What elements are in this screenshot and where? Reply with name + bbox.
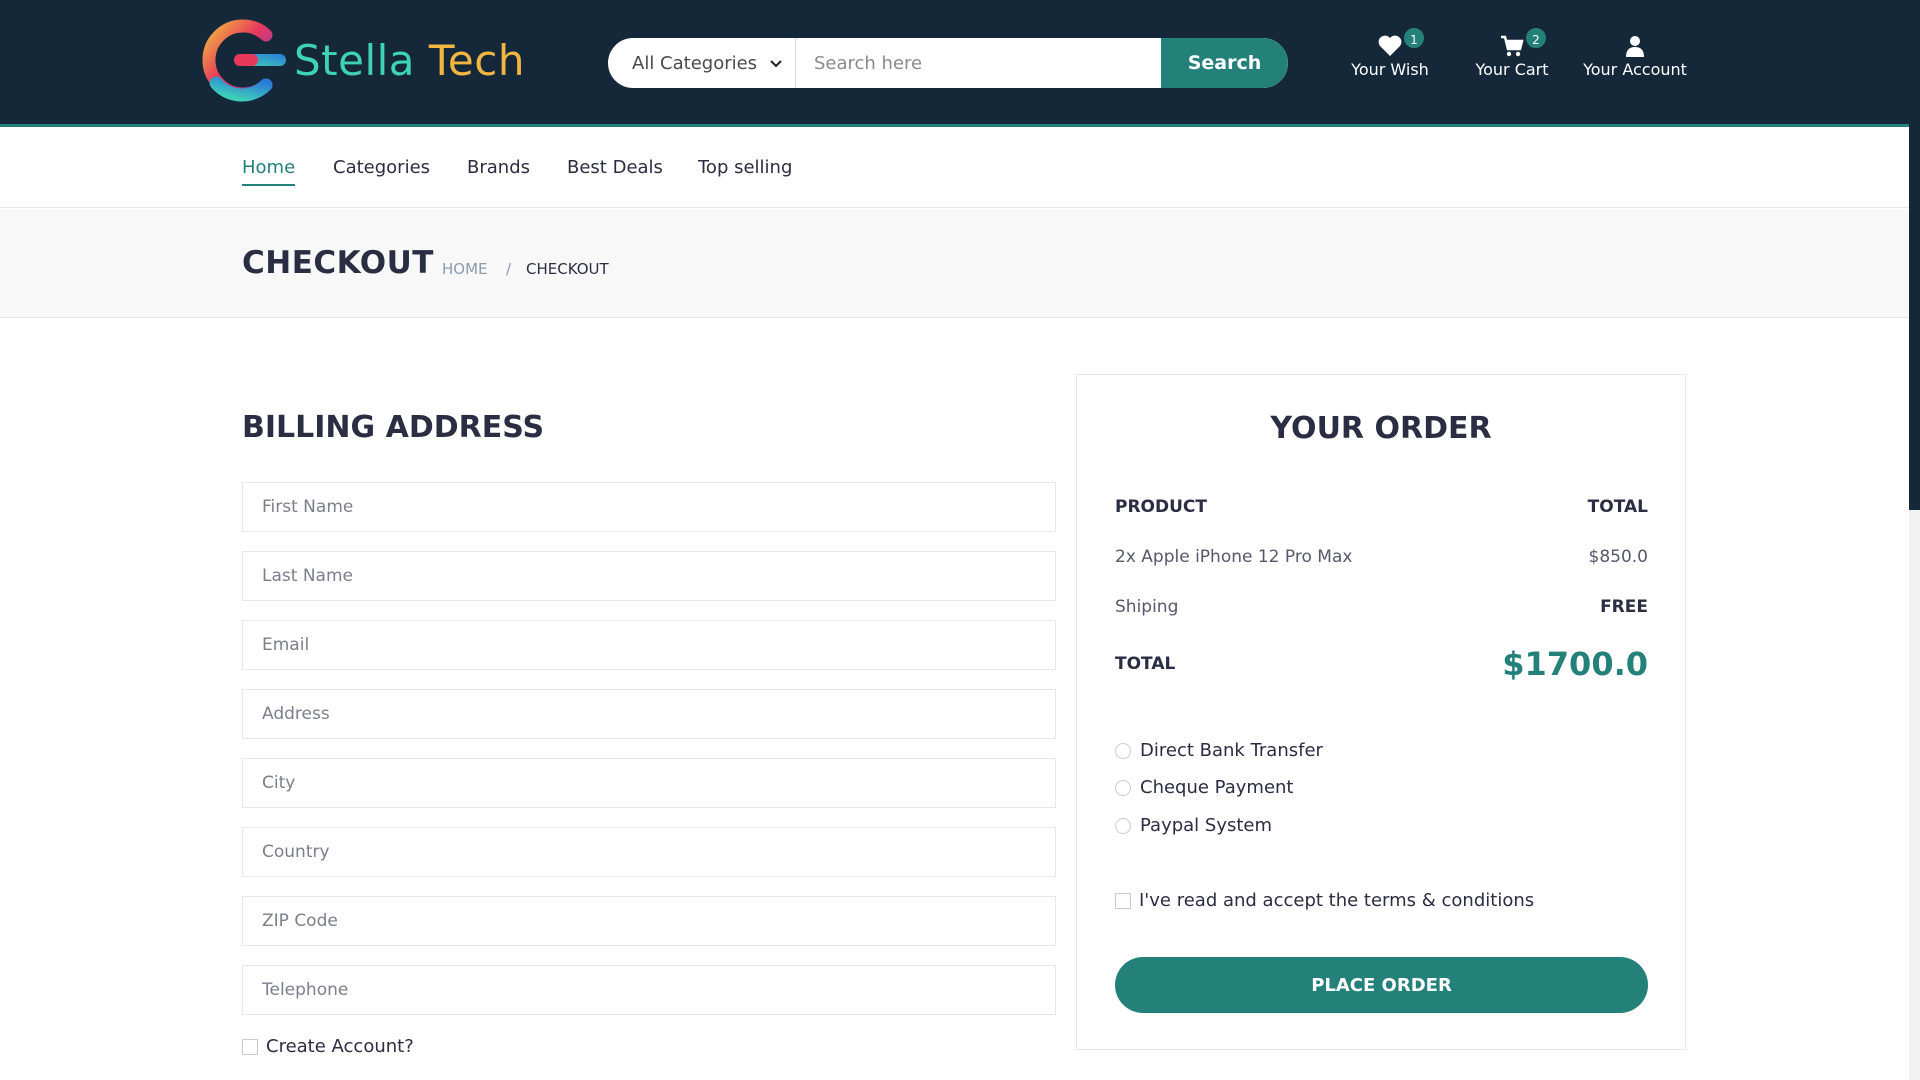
- telephone-field[interactable]: [242, 965, 1056, 1015]
- checkbox-box[interactable]: [1115, 892, 1131, 909]
- order-title: YOUR ORDER: [1270, 411, 1492, 446]
- page-title: CHECKOUT: [242, 245, 434, 281]
- nav-item-best-deals[interactable]: Best Deals: [567, 157, 663, 178]
- breadcrumb-separator: /: [506, 260, 512, 278]
- create-account-checkbox[interactable]: Create Account?: [242, 1036, 414, 1057]
- search-bar: All Categories Search: [608, 38, 1288, 88]
- cart-link[interactable]: 2 Your Cart: [1452, 26, 1572, 79]
- total-label: TOTAL: [1115, 654, 1176, 674]
- search-input[interactable]: [796, 38, 1161, 88]
- billing-title: BILLING ADDRESS: [242, 410, 545, 445]
- main-nav: Home Categories Brands Best Deals Top se…: [0, 127, 1909, 208]
- site-logo[interactable]: Stella Tech: [196, 17, 525, 103]
- nav-item-brands[interactable]: Brands: [467, 157, 530, 178]
- category-select-value: All Categories: [632, 52, 758, 74]
- nav-item-categories[interactable]: Categories: [333, 157, 430, 178]
- terms-checkbox[interactable]: I've read and accept the terms & conditi…: [1115, 890, 1534, 911]
- order-item-row: 2x Apple iPhone 12 Pro Max $850.0: [1115, 547, 1648, 567]
- logo-word-2: Tech: [428, 35, 525, 85]
- user-icon: [1626, 36, 1644, 57]
- zip-code-field[interactable]: [242, 896, 1056, 946]
- order-item-price: $850.0: [1588, 547, 1648, 567]
- last-name-field[interactable]: [242, 551, 1056, 601]
- search-button[interactable]: Search: [1161, 38, 1288, 88]
- nav-item-top-selling[interactable]: Top selling: [698, 157, 792, 178]
- scrollbar-thumb[interactable]: [1909, 0, 1920, 510]
- first-name-field[interactable]: [242, 482, 1056, 532]
- radio-button[interactable]: [1115, 817, 1131, 834]
- order-summary: YOUR ORDER PRODUCT TOTAL 2x Apple iPhone…: [1076, 374, 1686, 1050]
- order-header-product: PRODUCT: [1115, 497, 1207, 517]
- cart-label: Your Cart: [1475, 60, 1549, 79]
- order-item-name: 2x Apple iPhone 12 Pro Max: [1115, 547, 1353, 567]
- shipping-row: Shiping FREE: [1115, 597, 1648, 617]
- cart-badge: 2: [1524, 26, 1548, 50]
- total-value: $1700.0: [1502, 645, 1648, 683]
- email-field[interactable]: [242, 620, 1056, 670]
- city-field[interactable]: [242, 758, 1056, 808]
- nav-item-home[interactable]: Home: [242, 157, 296, 186]
- cart-icon: [1501, 35, 1524, 57]
- heart-icon: [1378, 35, 1402, 56]
- shipping-label: Shiping: [1115, 597, 1179, 617]
- payment-option-bank[interactable]: Direct Bank Transfer: [1115, 740, 1323, 761]
- account-label: Your Account: [1583, 60, 1687, 79]
- payment-option-paypal[interactable]: Paypal System: [1115, 815, 1272, 836]
- payment-option-label: Paypal System: [1140, 815, 1273, 836]
- create-account-label: Create Account?: [266, 1036, 414, 1057]
- radio-button[interactable]: [1115, 742, 1131, 759]
- order-header-row: PRODUCT TOTAL: [1115, 497, 1648, 517]
- radio-button[interactable]: [1115, 779, 1131, 796]
- checkbox-box[interactable]: [242, 1038, 258, 1055]
- payment-option-label: Direct Bank Transfer: [1140, 740, 1323, 761]
- order-header-total: TOTAL: [1587, 497, 1648, 517]
- logo-word-1: Stella: [294, 35, 416, 85]
- address-field[interactable]: [242, 689, 1056, 739]
- breadcrumb-section: CHECKOUT HOME / CHECKOUT: [0, 209, 1909, 318]
- wishlist-badge: 1: [1402, 26, 1426, 50]
- breadcrumb-current: CHECKOUT: [526, 260, 609, 278]
- category-select[interactable]: All Categories: [608, 38, 796, 88]
- payment-option-label: Cheque Payment: [1140, 777, 1294, 798]
- country-field[interactable]: [242, 827, 1056, 877]
- chevron-down-icon: [770, 60, 782, 68]
- terms-label: I've read and accept the terms & conditi…: [1139, 890, 1535, 911]
- breadcrumb-home-link[interactable]: HOME: [442, 260, 488, 278]
- logo-icon: [202, 19, 286, 102]
- logo-text: Stella Tech: [294, 36, 525, 85]
- wishlist-link[interactable]: 1 Your Wish: [1330, 26, 1450, 79]
- wishlist-label: Your Wish: [1351, 60, 1429, 79]
- place-order-button[interactable]: PLACE ORDER: [1115, 957, 1648, 1013]
- shipping-value: FREE: [1600, 597, 1648, 617]
- payment-option-cheque[interactable]: Cheque Payment: [1115, 777, 1293, 798]
- account-link[interactable]: Your Account: [1575, 30, 1695, 79]
- total-row: TOTAL $1700.0: [1115, 645, 1648, 683]
- site-header: Stella Tech All Categories Search 1 Your…: [0, 0, 1909, 124]
